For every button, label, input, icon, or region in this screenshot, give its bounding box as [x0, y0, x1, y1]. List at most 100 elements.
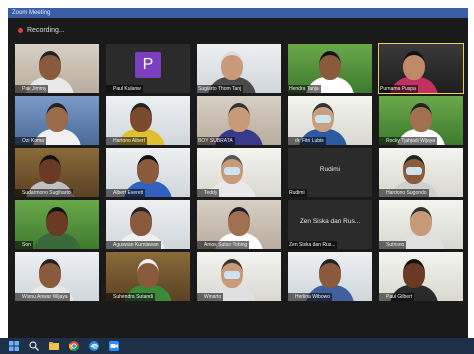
participant-name: Zen Siska dan Rus... [289, 242, 336, 248]
participant-head [46, 103, 68, 132]
participant-name-bar: Rudimi [288, 189, 307, 197]
participant-name: Hartono Albert [113, 138, 145, 144]
muted-mic-icon [16, 294, 21, 301]
face-mask [406, 167, 422, 175]
participant-tile[interactable]: Suhendra Sutandi [106, 252, 190, 301]
recording-indicator[interactable]: Recording... [18, 24, 65, 36]
participant-tile[interactable]: Ozi Koma [15, 96, 99, 145]
participant-tile[interactable]: Hardono Sugondo [379, 148, 463, 197]
participant-head [39, 51, 61, 80]
muted-mic-icon [107, 86, 112, 93]
participant-name: Herlina Wibowo [295, 294, 331, 300]
participant-name: Paul Gilbert [386, 294, 413, 300]
participant-name-bar: BOY SUBRATA [197, 137, 235, 145]
participant-tile[interactable]: Pak Jimmy [15, 44, 99, 93]
participant-tile[interactable]: Herlina Wibowo [288, 252, 372, 301]
participant-tile[interactable]: Rocky Tjahjadi Wijaya [379, 96, 463, 145]
muted-mic-icon [380, 138, 385, 145]
participant-name: Sugiarto Thom Tanj [198, 86, 242, 92]
participant-name: Sutrisno [386, 242, 405, 248]
participant-name: Rudimi [289, 190, 305, 196]
muted-mic-icon [198, 190, 203, 197]
participant-head [403, 51, 425, 80]
edge-icon[interactable] [88, 341, 99, 352]
participant-name: Aguswan Kurniawan [113, 242, 159, 248]
participant-name-bar: Wisnu Anwar Wijaya [15, 293, 70, 301]
face-mask [315, 115, 331, 123]
participant-name: Ozi Koma [22, 138, 44, 144]
muted-mic-icon [380, 242, 385, 249]
participant-name: Rocky Tjahjadi Wijaya [386, 138, 436, 144]
muted-mic-icon [107, 190, 112, 197]
zoom-icon[interactable] [108, 341, 119, 352]
participant-name: Sudarmono Sugiharto [22, 190, 71, 196]
participant-name-bar: Amos Sutan Tobing [197, 241, 250, 249]
participant-head [46, 207, 68, 236]
participant-name: Pak Jimmy [22, 86, 47, 92]
muted-mic-icon [107, 294, 112, 301]
participant-name: Teddy [204, 190, 218, 196]
participant-head [319, 51, 341, 80]
participant-tile[interactable]: Son [15, 200, 99, 249]
participant-tile[interactable]: Aguswan Kurniawan [106, 200, 190, 249]
face-mask [224, 167, 240, 175]
muted-mic-icon [380, 190, 385, 197]
participant-tile[interactable]: Hartono Albert [106, 96, 190, 145]
participant-name-bar: Sutrisno [379, 241, 407, 249]
participant-tile[interactable]: Teddy [197, 148, 281, 197]
participant-head [319, 259, 341, 288]
participant-name-bar: Son [15, 241, 33, 249]
participant-head [228, 103, 250, 132]
window-title: Zoom Meeting [12, 10, 51, 16]
muted-mic-icon [289, 294, 294, 301]
participant-tile[interactable]: Sudarmono Sugiharto [15, 148, 99, 197]
muted-mic-icon [16, 86, 21, 93]
participant-head [39, 259, 61, 288]
search-icon[interactable] [28, 341, 39, 352]
participant-name-bar: Hardono Sugondo [379, 189, 429, 197]
participant-tile[interactable]: Sugiarto Thom Tanj [197, 44, 281, 93]
participant-name-bar: Hendra Tanja [288, 85, 321, 93]
participant-tile[interactable]: BOY SUBRATA [197, 96, 281, 145]
participant-name: Wisnu Anwar Wijaya [22, 294, 68, 300]
title-bar: Zoom Meeting [8, 8, 468, 18]
participant-head [130, 103, 152, 132]
participant-tile[interactable]: Winarto [197, 252, 281, 301]
participant-name-bar: Pak Jimmy [15, 85, 49, 93]
participant-name: Hendra Tanja [289, 86, 319, 92]
chrome-icon[interactable] [68, 341, 79, 352]
participant-tile[interactable]: Zen Siska dan Rus... Zen Siska dan Rus... [288, 200, 372, 249]
windows-start-icon[interactable] [8, 341, 19, 352]
participant-tile[interactable]: Wisnu Anwar Wijaya [15, 252, 99, 301]
participant-grid: Pak Jimmy P Paul Kulanw Sugiarto Thom Tanj H… [15, 43, 465, 304]
participant-name-bar: Teddy [197, 189, 220, 197]
participant-name-bar: Winarto [197, 293, 224, 301]
participant-tile[interactable]: Paul Gilbert [379, 252, 463, 301]
participant-tile[interactable]: Amos Sutan Tobing [197, 200, 281, 249]
file-explorer-icon[interactable] [48, 341, 59, 352]
participant-tile[interactable]: dr. Fitri Lubis [288, 96, 372, 145]
participant-tile[interactable]: Purnama Puspa [378, 43, 464, 94]
participant-tile[interactable]: Rudimi Rudimi [288, 148, 372, 197]
participant-name: Suhendra Sutandi [113, 294, 154, 300]
participant-name-bar: Sudarmono Sugiharto [15, 189, 73, 197]
participant-head [221, 51, 243, 80]
participant-tile[interactable]: Albert Everett [106, 148, 190, 197]
participant-name-bar: Aguswan Kurniawan [106, 241, 161, 249]
participant-tile[interactable]: Hendra Tanja [288, 44, 372, 93]
muted-mic-icon [289, 138, 294, 145]
participant-name: Winarto [204, 294, 222, 300]
participant-tile[interactable]: P Paul Kulanw [106, 44, 190, 93]
participant-name-bar: Purnama Puspa [379, 85, 418, 93]
participant-name: Amos Sutan Tobing [204, 242, 248, 248]
participant-head [137, 259, 159, 288]
muted-mic-icon [198, 242, 203, 249]
participant-head [39, 155, 61, 184]
participant-head [137, 155, 159, 184]
participant-name-center: Rudimi [319, 166, 341, 173]
participant-tile[interactable]: Sutrisno [379, 200, 463, 249]
muted-mic-icon [16, 242, 21, 249]
participant-head [410, 207, 432, 236]
recording-dot-icon [18, 27, 23, 33]
muted-mic-icon [16, 190, 21, 197]
